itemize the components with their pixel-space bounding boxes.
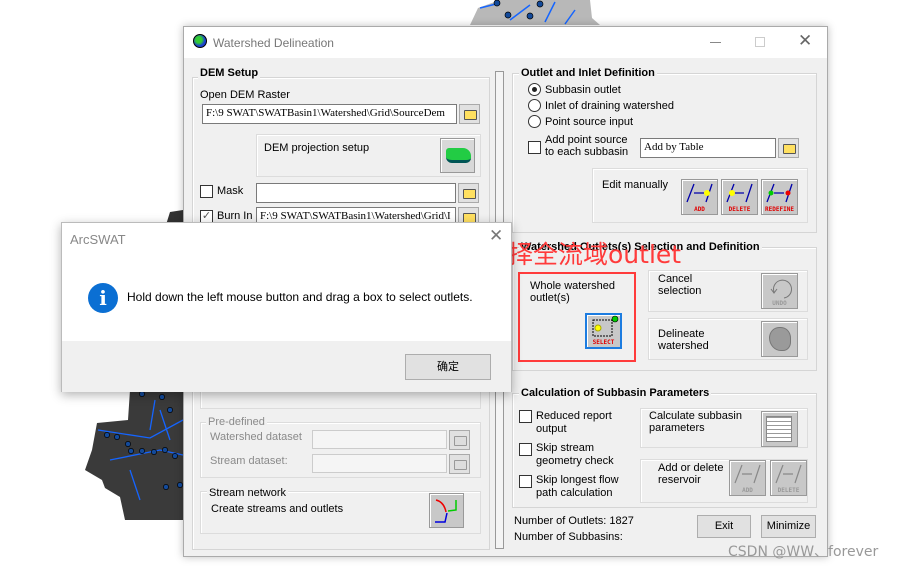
stream-dataset-folder-icon[interactable] <box>449 454 470 474</box>
minimize-button[interactable]: Minimize <box>761 515 816 538</box>
skip-stream-checkbox[interactable] <box>519 443 532 456</box>
mask-browse-folder-icon[interactable] <box>458 183 479 203</box>
close-icon[interactable]: ✕ <box>798 31 812 51</box>
reservoir-label-2: reservoir <box>658 474 701 486</box>
redefine-label: REDEFINE <box>765 206 794 213</box>
calc-subbasin-label-2: parameters <box>649 422 705 434</box>
exit-button[interactable]: Exit <box>697 515 751 538</box>
skip-longest-label: Skip longest flow <box>536 474 619 486</box>
delete-label: DELETE <box>728 206 751 213</box>
predefined-title: Pre-defined <box>206 416 267 428</box>
create-streams-label: Create streams and outlets <box>211 503 344 515</box>
subbasin-outlet-label: Subbasin outlet <box>545 84 621 96</box>
dem-setup-title: DEM Setup <box>198 67 261 79</box>
reduced-report-label: Reduced report <box>536 410 612 422</box>
edit-manually-label: Edit manually <box>602 179 669 191</box>
select-box-icon <box>592 315 619 337</box>
cancel-selection-label-2: selection <box>658 285 702 297</box>
dem-path-input[interactable]: F:\9 SWAT\SWATBasin1\Watershed\Grid\Sour… <box>202 104 457 124</box>
add-by-table-input[interactable]: Add by Table <box>640 138 776 158</box>
radio-subbasin-outlet[interactable] <box>528 83 541 96</box>
burn-in-label: Burn In <box>217 210 253 222</box>
radio-point-source[interactable] <box>528 115 541 128</box>
add-reservoir-icon <box>734 464 761 484</box>
number-of-subbasins: Number of Subbasins: <box>514 531 623 543</box>
radio-inlet-draining[interactable] <box>528 99 541 112</box>
add-outlet-button[interactable]: ADD <box>681 179 718 215</box>
stream-network-title: Stream network <box>207 487 289 499</box>
mask-checkbox[interactable] <box>200 185 213 198</box>
mask-label: Mask <box>217 185 244 197</box>
table-chart-icon <box>766 416 792 442</box>
whole-watershed-label: Whole watershed <box>530 280 615 292</box>
add-reservoir-button[interactable]: ADD <box>729 460 766 496</box>
outlet-inlet-title: Outlet and Inlet Definition <box>519 67 657 79</box>
delete-outlet-button[interactable]: DELETE <box>721 179 758 215</box>
ok-button[interactable]: 确定 <box>405 354 491 380</box>
cancel-selection-label: Cancel <box>658 273 693 285</box>
create-streams-button[interactable] <box>429 493 464 528</box>
arcswat-dialog: ArcSWAT ✕ i Hold down the left mouse but… <box>61 222 512 392</box>
select-label: SELECT <box>592 339 615 346</box>
maximize-icon[interactable] <box>755 37 765 47</box>
dem-projection-button[interactable] <box>440 138 475 173</box>
skip-longest-label-2: path calculation <box>536 487 613 499</box>
delete-point-icon <box>726 183 753 203</box>
delete-reservoir-button[interactable]: DELETE <box>770 460 807 496</box>
globe-icon <box>193 34 207 48</box>
delete-reservoir-label: DELETE <box>777 487 800 494</box>
dem-projection-label: DEM projection setup <box>264 142 370 154</box>
stream-network-icon <box>435 499 457 523</box>
watershed-dataset-input[interactable] <box>312 430 447 449</box>
add-point-source-label-2: to each subbasin <box>545 146 629 158</box>
delete-reservoir-icon <box>775 464 802 484</box>
skip-stream-label-2: geometry check <box>536 455 614 467</box>
add-by-table-folder-icon[interactable] <box>778 138 799 158</box>
delineate-label-2: watershed <box>658 340 709 352</box>
watershed-dataset-label: Watershed dataset <box>210 431 302 443</box>
calc-title: Calculation of Subbasin Parameters <box>519 387 712 399</box>
title-bar: Watershed Delineation ✕ <box>184 27 827 58</box>
point-source-label: Point source input <box>545 116 634 128</box>
stream-dataset-input[interactable] <box>312 454 447 473</box>
watermark: CSDN @WW、forever <box>728 544 879 560</box>
inlet-draining-label: Inlet of draining watershed <box>545 100 675 112</box>
number-of-outlets: Number of Outlets: 1827 <box>514 515 634 527</box>
calc-subbasin-button[interactable] <box>761 411 798 447</box>
reduced-report-label-2: output <box>536 423 567 435</box>
reduced-report-checkbox[interactable] <box>519 410 532 423</box>
skip-longest-checkbox[interactable] <box>519 475 532 488</box>
window-title: Watershed Delineation <box>213 36 334 50</box>
skip-stream-label: Skip stream <box>536 442 595 454</box>
info-icon: i <box>88 283 118 313</box>
delineate-label: Delineate <box>658 328 705 340</box>
dialog-close-icon[interactable]: ✕ <box>489 226 503 246</box>
minimize-icon[interactable] <box>710 42 721 43</box>
add-label: ADD <box>694 206 705 213</box>
stream-dataset-label: Stream dataset: <box>210 455 288 467</box>
redefine-point-icon <box>766 183 793 203</box>
whole-watershed-label-2: outlet(s) <box>530 292 570 304</box>
redefine-outlet-button[interactable]: REDEFINE <box>761 179 798 215</box>
mask-input[interactable] <box>256 183 456 203</box>
usa-map-icon <box>446 148 471 163</box>
reservoir-label: Add or delete <box>658 462 724 474</box>
dialog-message: Hold down the left mouse button and drag… <box>127 290 473 304</box>
watershed-dataset-folder-icon[interactable] <box>449 430 470 450</box>
undo-icon <box>770 279 793 299</box>
dialog-footer: 确定 <box>62 341 511 392</box>
select-outlets-button[interactable]: SELECT <box>585 313 622 349</box>
dem-browse-folder-icon[interactable] <box>459 104 480 124</box>
calc-subbasin-label: Calculate subbasin <box>649 410 742 422</box>
delineate-button[interactable] <box>761 321 798 357</box>
undo-button[interactable]: UNDO <box>761 273 798 309</box>
undo-label: UNDO <box>772 300 787 307</box>
add-point-source-checkbox[interactable] <box>528 141 541 154</box>
add-point-source-label: Add point source <box>545 134 628 146</box>
open-dem-label: Open DEM Raster <box>200 89 290 101</box>
watershed-leaf-icon <box>769 327 791 351</box>
dialog-title: ArcSWAT <box>70 232 126 247</box>
add-point-icon <box>686 183 713 203</box>
add-reservoir-label: ADD <box>742 487 753 494</box>
